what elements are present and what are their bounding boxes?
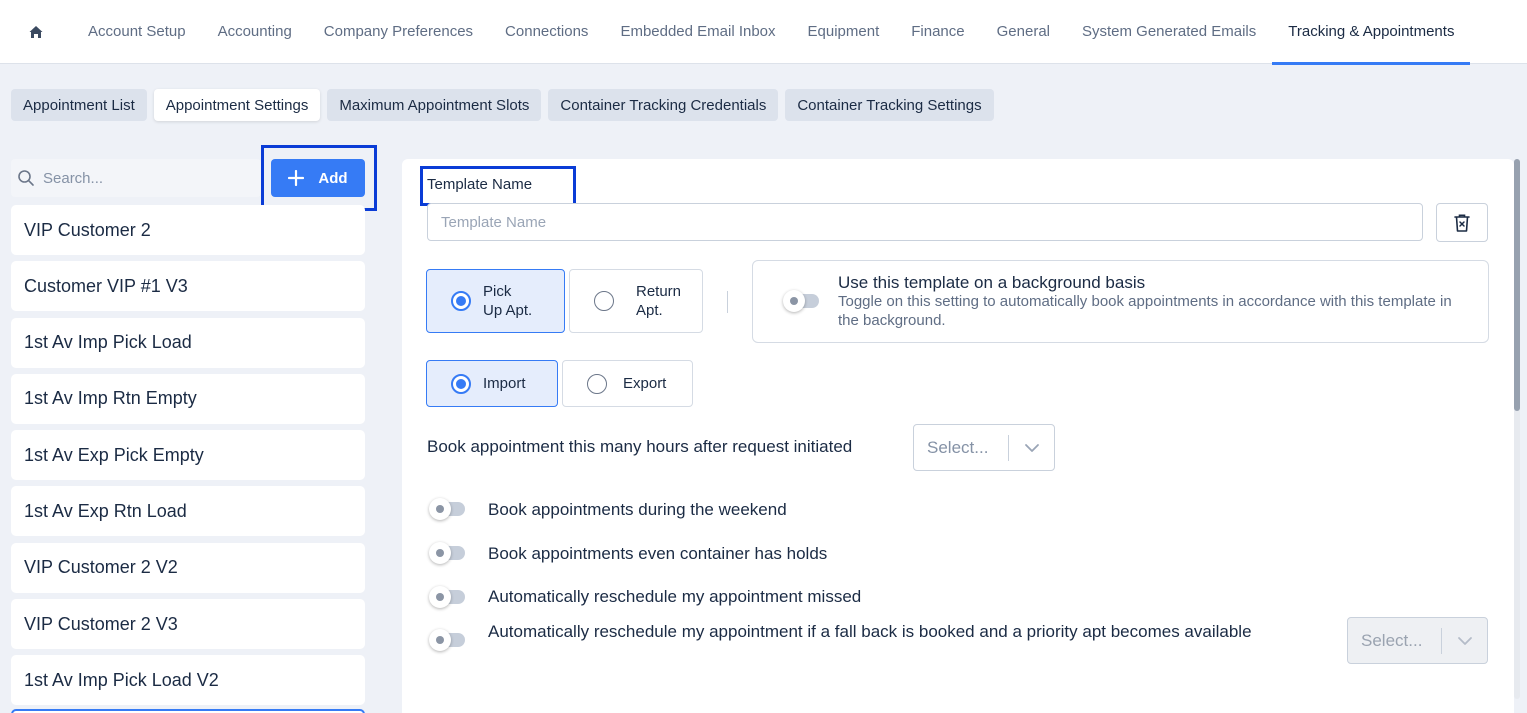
template-list: VIP Customer 2 Customer VIP #1 V3 1st Av… <box>11 205 365 712</box>
reschedule-missed-toggle[interactable] <box>429 586 465 608</box>
template-item[interactable]: 1st Av Imp Pick Load <box>11 317 365 368</box>
nav-tab-company-preferences[interactable]: Company Preferences <box>308 0 489 64</box>
plus-icon <box>288 170 305 186</box>
import-label: Import <box>483 375 526 392</box>
divider <box>727 291 728 313</box>
home-icon <box>29 25 43 38</box>
template-item[interactable]: Customer VIP #1 V3 <box>11 261 365 312</box>
nav-tab-finance[interactable]: Finance <box>895 0 980 64</box>
nav-tab-system-generated-emails[interactable]: System Generated Emails <box>1066 0 1272 64</box>
template-item[interactable]: 1st Av Exp Rtn Load <box>11 486 365 537</box>
weekend-toggle[interactable] <box>429 498 465 520</box>
nav-tab-embedded-email-inbox[interactable]: Embedded Email Inbox <box>604 0 791 64</box>
home-button[interactable] <box>0 0 72 64</box>
background-basis-toggle[interactable] <box>783 290 819 312</box>
subtab-appointment-list[interactable]: Appointment List <box>11 89 147 121</box>
subtab-maximum-appointment-slots[interactable]: Maximum Appointment Slots <box>327 89 542 121</box>
holds-toggle[interactable] <box>429 542 465 564</box>
template-item[interactable]: 1st Av Exp Pick Empty <box>11 430 365 481</box>
return-apt-label: Return Apt. <box>636 283 682 319</box>
background-basis-title: Use this template on a background basis <box>838 273 1146 292</box>
pick-up-apt-option[interactable]: Pick Up Apt. <box>426 269 565 333</box>
subtab-container-tracking-settings[interactable]: Container Tracking Settings <box>785 89 994 121</box>
radio-selected-icon <box>451 373 471 394</box>
reschedule-missed-label: Automatically reschedule my appointment … <box>488 587 862 606</box>
holds-label: Book appointments even container has hol… <box>488 544 828 563</box>
top-nav: Account Setup Accounting Company Prefere… <box>0 0 1527 65</box>
template-item[interactable]: VIP Customer 2 V3 <box>11 599 365 650</box>
subtab-appointment-settings[interactable]: Appointment Settings <box>153 89 321 121</box>
hours-select[interactable]: Select... <box>913 424 1055 471</box>
template-item[interactable]: VIP Customer 2 V2 <box>11 542 365 593</box>
template-name-input[interactable] <box>427 203 1423 241</box>
radio-unselected-icon <box>594 291 614 311</box>
pick-up-apt-label: Pick Up Apt. <box>483 283 533 319</box>
background-basis-description: Toggle on this setting to automatically … <box>838 293 1452 329</box>
fallback-select-value: Select... <box>1361 630 1423 650</box>
hours-after-request-label: Book appointment this many hours after r… <box>427 437 853 456</box>
template-name-label-highlight <box>420 166 576 206</box>
chevron-down-icon <box>1025 444 1039 452</box>
nav-tab-equipment[interactable]: Equipment <box>792 0 896 64</box>
subtab-container-tracking-credentials[interactable]: Container Tracking Credentials <box>548 89 779 121</box>
hours-select-value: Select... <box>927 437 989 457</box>
add-button-label: Add <box>318 169 348 187</box>
template-item[interactable]: 1st Av Imp Rtn Empty <box>11 373 365 424</box>
weekend-label: Book appointments during the weekend <box>488 500 787 519</box>
nav-tab-connections[interactable]: Connections <box>489 0 604 64</box>
nav-tab-accounting[interactable]: Accounting <box>202 0 308 64</box>
delete-template-button[interactable] <box>1436 203 1488 242</box>
fallback-select[interactable]: Select... <box>1347 617 1488 664</box>
template-item[interactable]: VIP Customer 2 <box>11 205 365 255</box>
return-apt-option[interactable]: Return Apt. <box>569 269 703 333</box>
trash-icon <box>1454 214 1470 232</box>
panel-scrollbar[interactable] <box>1514 159 1520 699</box>
search-input[interactable] <box>43 169 243 187</box>
export-option[interactable]: Export <box>562 360 693 407</box>
scrollbar-thumb[interactable] <box>1514 159 1520 411</box>
nav-tab-account-setup[interactable]: Account Setup <box>72 0 202 64</box>
template-item[interactable]: 1st Av Imp Pick Load V2 <box>11 655 365 706</box>
add-template-button[interactable]: Add <box>271 159 365 197</box>
radio-unselected-icon <box>587 373 607 394</box>
chevron-down-icon <box>1458 637 1472 645</box>
radio-selected-icon <box>451 291 471 311</box>
reschedule-fallback-label: Automatically reschedule my appointment … <box>488 622 1252 641</box>
search-icon <box>18 170 34 186</box>
reschedule-fallback-toggle[interactable] <box>429 629 465 651</box>
nav-tab-tracking-appointments[interactable]: Tracking & Appointments <box>1272 0 1471 65</box>
template-search <box>11 159 261 197</box>
template-item-selected-partial[interactable] <box>11 709 365 713</box>
nav-tab-general[interactable]: General <box>981 0 1066 64</box>
sub-tabs: Appointment List Appointment Settings Ma… <box>11 89 994 121</box>
import-option[interactable]: Import <box>426 360 558 407</box>
export-label: Export <box>623 375 667 392</box>
